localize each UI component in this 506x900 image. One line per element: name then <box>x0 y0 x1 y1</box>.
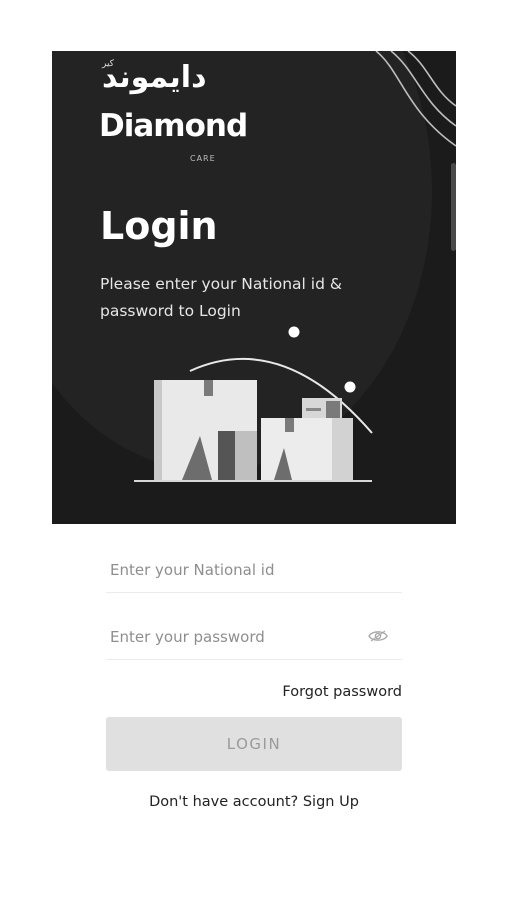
logo-latin-name: Diamond <box>99 108 248 144</box>
signup-row: Don't have account? Sign Up <box>106 794 402 810</box>
password-input[interactable] <box>106 615 402 659</box>
boxes-illustration <box>134 326 373 482</box>
logo-arabic-name: دايموند <box>102 60 207 95</box>
signup-prompt: Don't have account? <box>149 794 299 810</box>
national-id-input[interactable] <box>106 548 402 592</box>
signup-link[interactable]: Sign Up <box>303 794 359 810</box>
login-button[interactable]: LOGIN <box>106 717 402 771</box>
page-subtitle: Please enter your National id & password… <box>100 275 342 320</box>
national-id-field-wrapper <box>106 548 402 593</box>
login-form: Forgot password LOGIN Don't have account… <box>106 548 402 810</box>
scrollbar-thumb[interactable] <box>451 163 456 251</box>
page-title: Login <box>100 204 218 248</box>
logo-care: CARE <box>190 154 216 163</box>
forgot-password-link[interactable]: Forgot password <box>282 684 402 700</box>
eye-icon[interactable] <box>368 629 388 643</box>
decorative-lines <box>375 51 456 147</box>
hero-banner: كير دايموند Diamond CARE Login Please en… <box>52 51 456 524</box>
password-field-wrapper <box>106 615 402 660</box>
